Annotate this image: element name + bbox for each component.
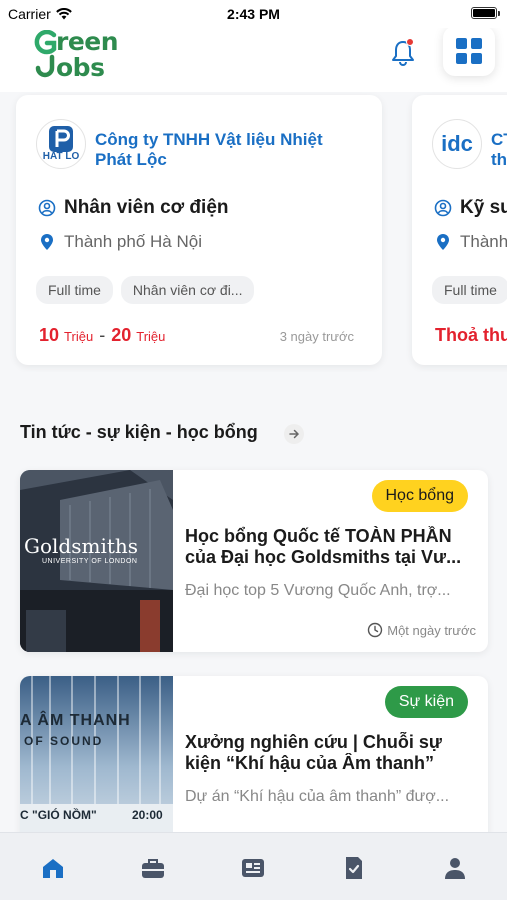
briefcase-icon [142, 859, 164, 878]
company-name[interactable]: CT th [491, 130, 507, 170]
news-title-line: của Đại học Goldsmiths tại Vư... [185, 547, 462, 567]
thumbnail-title: Goldsmiths [24, 534, 139, 558]
nav-jobs[interactable] [138, 853, 168, 883]
user-search-icon [434, 199, 452, 217]
battery-icon [471, 7, 500, 19]
job-tag: Full time [36, 276, 113, 304]
location-pin-icon [41, 234, 53, 250]
salary-max: 20 [111, 325, 132, 345]
news-card[interactable]: Goldsmiths UNIVERSITY OF LONDON Học bổng… [20, 470, 488, 652]
job-title[interactable]: Kỹ sư [460, 197, 507, 219]
status-bar: Carrier 2:43 PM [0, 0, 507, 28]
news-time: Một ngày trước [367, 622, 476, 638]
grid-menu-button[interactable] [443, 26, 495, 76]
greenjobs-logo[interactable]: reen obs [34, 26, 144, 82]
nav-home[interactable] [38, 853, 68, 883]
arrow-right-icon [289, 429, 300, 439]
see-more-button[interactable] [284, 424, 304, 444]
grid-menu-icon [456, 38, 482, 64]
status-time: 2:43 PM [227, 6, 280, 22]
job-tag: Nhân viên cơ đi... [120, 276, 255, 304]
thumbnail-footer: C "GIÓ NỒM" [20, 808, 97, 822]
salary-unit: Triệu [136, 329, 166, 344]
thumbnail-subtitle: UNIVERSITY OF LONDON [42, 558, 138, 565]
thumbnail-footer-time: 20:00 [132, 808, 163, 822]
news-card[interactable]: A ÂM THANH OF SOUND C "GIÓ NỒM" 20:00 Sự… [20, 676, 488, 858]
app-header: reen obs [0, 22, 507, 92]
job-location: Thành phố Hà Nội [64, 232, 202, 251]
news-description: Đại học top 5 Vương Quốc Anh, trợ... [185, 582, 451, 599]
logo-text-bottom: obs [56, 53, 105, 82]
notification-dot [406, 38, 414, 46]
section-title: Tin tức - sự kiện - học bổng [20, 422, 258, 442]
bottom-navigation [0, 832, 507, 900]
salary-range: 10 Triệu -20 Triệu [39, 325, 166, 345]
company-name[interactable]: Công ty TNHH Vật liệu Nhiệt Phát Lộc [95, 130, 370, 170]
posted-time: 3 ngày trước [279, 329, 354, 344]
nav-profile[interactable] [440, 853, 470, 883]
salary-min: 10 [39, 325, 60, 345]
news-title[interactable]: Xưởng nghiên cứu | Chuỗi sự kiện “Khí hậ… [185, 732, 477, 774]
job-tag: Full time [432, 276, 507, 304]
document-check-icon [346, 857, 362, 879]
company-logo-text: HAT LO [42, 151, 80, 162]
news-title-line: Xưởng nghiên cứu | Chuỗi sự [185, 732, 442, 752]
company-logo: idc [432, 119, 482, 169]
nav-applications[interactable] [339, 853, 369, 883]
news-title[interactable]: Học bổng Quốc tế TOÀN PHẦN của Đại học G… [185, 526, 477, 568]
salary-negotiable: Thoả thu [435, 325, 507, 345]
user-search-icon [38, 199, 56, 217]
profile-icon [445, 858, 465, 879]
job-carousel[interactable]: HAT LO Công ty TNHH Vật liệu Nhiệt Phát … [0, 92, 507, 372]
job-location: Thành [460, 232, 507, 251]
news-description: Dự án “Khí hậu của âm thanh” đượ... [185, 788, 450, 805]
job-card[interactable]: idc CT th Kỹ sư Thành Full time Thoả thu [412, 95, 507, 365]
news-title-line: kiện “Khí hậu của Âm thanh” [185, 753, 435, 773]
logo-mark [34, 30, 57, 78]
thumbnail-title: A ÂM THANH [20, 712, 131, 729]
company-logo: HAT LO [36, 119, 86, 169]
job-title[interactable]: Nhân viên cơ điện [64, 197, 229, 219]
category-badge: Học bổng [371, 480, 468, 512]
company-logo-text: idc [441, 131, 473, 156]
home-icon [43, 859, 63, 878]
job-tags: Full time [432, 276, 507, 304]
job-card[interactable]: HAT LO Công ty TNHH Vật liệu Nhiệt Phát … [16, 95, 382, 365]
news-time-label: Một ngày trước [387, 622, 476, 638]
news-icon [242, 859, 264, 877]
thumbnail-subtitle: OF SOUND [24, 734, 104, 748]
news-thumbnail: Goldsmiths UNIVERSITY OF LONDON [20, 470, 173, 652]
sound-poster-illustration [20, 676, 173, 858]
category-badge: Sự kiện [384, 686, 468, 718]
job-tags: Full time Nhân viên cơ đi... [36, 276, 255, 304]
nav-news[interactable] [238, 853, 268, 883]
news-thumbnail: A ÂM THANH OF SOUND C "GIÓ NỒM" 20:00 [20, 676, 173, 858]
logo-text-top: reen [56, 27, 119, 56]
salary-unit: Triệu [64, 329, 94, 344]
location-pin-icon [437, 234, 449, 250]
news-title-line: Học bổng Quốc tế TOÀN PHẦN [185, 526, 452, 546]
clock-icon [368, 622, 383, 638]
